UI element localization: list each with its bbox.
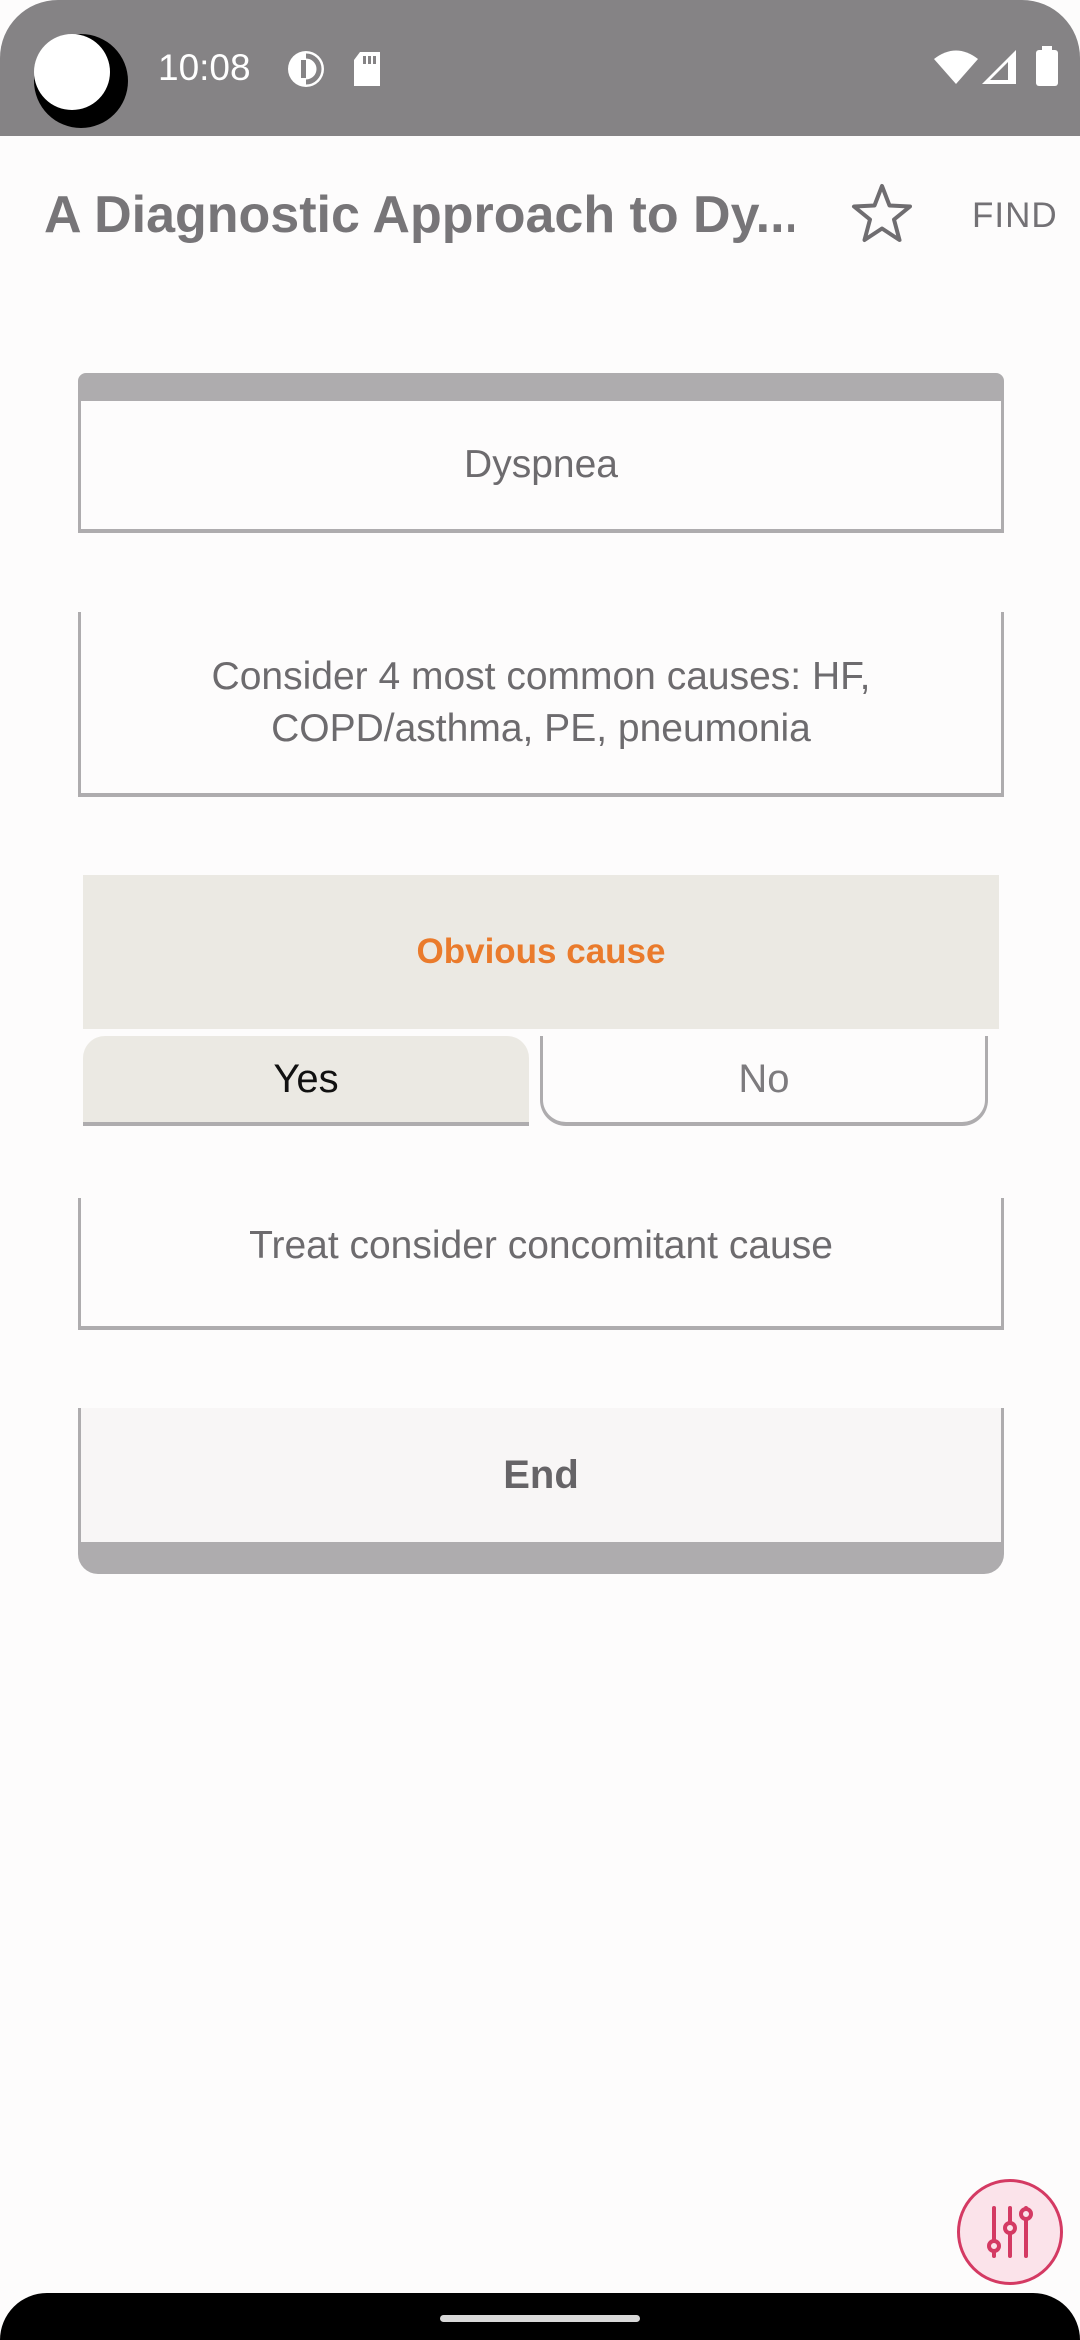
status-bar: 10:08 — [0, 0, 1080, 136]
flow-node-end: End — [78, 1408, 1004, 1542]
flow-node-end-label: End — [503, 1452, 579, 1497]
wifi-icon — [934, 50, 978, 89]
answer-yes-label: Yes — [273, 1056, 339, 1101]
answer-yes-button[interactable]: Yes — [83, 1036, 529, 1126]
navigation-bar — [0, 2293, 1080, 2340]
answer-no-label: No — [738, 1056, 790, 1101]
camera-cutout — [34, 34, 128, 128]
flow-question-label: Obvious cause — [416, 932, 666, 971]
star-outline-icon — [852, 184, 912, 242]
answer-no-button[interactable]: No — [540, 1036, 988, 1126]
find-button[interactable]: FIND — [972, 196, 1058, 236]
sliders-icon — [987, 2206, 1033, 2258]
flowchart-bottom-cap — [78, 1542, 1004, 1574]
status-time: 10:08 — [158, 47, 251, 88]
flow-node-treat-label: Treat consider concomitant cause — [249, 1224, 833, 1267]
flow-node-start-label: Dyspnea — [464, 443, 618, 486]
sd-card-icon — [352, 52, 382, 91]
data-saver-icon — [287, 50, 325, 93]
battery-icon — [1036, 46, 1058, 91]
page-title: A Diagnostic Approach to Dy... — [44, 186, 794, 244]
flow-node-common-causes: Consider 4 most common causes: HF, COPD/… — [78, 612, 1004, 797]
flowchart-top-cap — [78, 373, 1004, 401]
flow-node-common-causes-label: Consider 4 most common causes: HF, COPD/… — [211, 654, 871, 750]
flow-node-start: Dyspnea — [78, 401, 1004, 533]
flow-node-treat: Treat consider concomitant cause — [78, 1198, 1004, 1330]
flow-question: Obvious cause — [83, 875, 999, 1029]
signal-icon — [982, 50, 1016, 89]
filter-fab-button[interactable] — [957, 2179, 1063, 2285]
favorite-button[interactable] — [850, 182, 914, 246]
home-indicator[interactable] — [440, 2315, 640, 2322]
